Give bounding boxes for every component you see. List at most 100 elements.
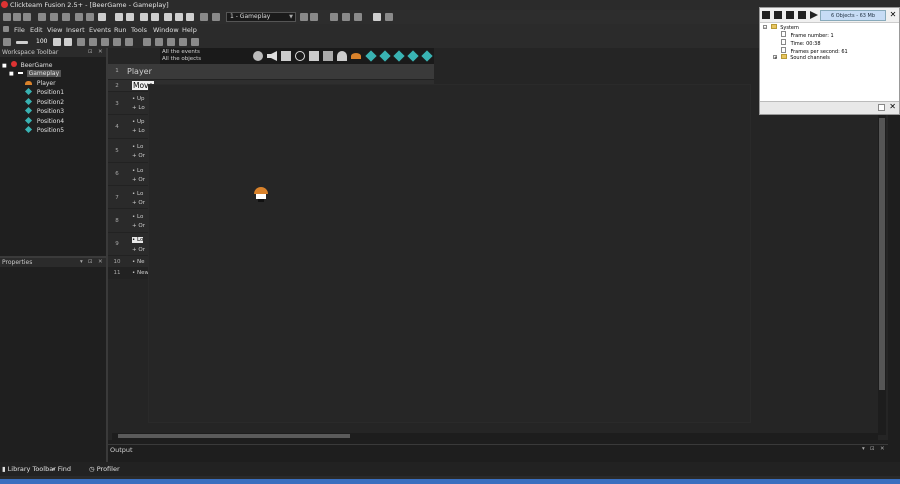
close-icon[interactable]: ✕ [98,49,103,55]
horizontal-scroll-thumb[interactable] [118,434,350,438]
all-events-label[interactable]: All the events [162,49,200,55]
timer-icon[interactable] [295,51,305,61]
tool-icon[interactable] [143,38,151,46]
menu-run[interactable]: Run [114,26,126,34]
tree-item-position4[interactable]: Position4 [24,116,64,126]
close-icon[interactable]: ✕ [888,10,898,20]
image-editor-icon[interactable] [200,13,208,21]
all-objects-label[interactable]: All the objects [162,56,201,62]
tree-item-player[interactable]: Player [25,80,56,88]
paste-icon[interactable] [62,13,70,21]
zoom-out-icon[interactable] [64,38,72,46]
storyboard-icon[interactable] [140,13,148,21]
tool-icon[interactable] [125,38,133,46]
player-sprite[interactable] [254,187,268,194]
grid-icon[interactable] [354,13,362,21]
forward-icon[interactable] [126,13,134,21]
pin-icon[interactable]: ⊡ [88,259,93,265]
menu-tools[interactable]: Tools [131,26,147,34]
tool-icon[interactable] [179,38,187,46]
menu-help[interactable]: Help [182,26,197,34]
pin-icon[interactable]: ⊡ [870,446,875,452]
menu-view[interactable]: View [47,26,62,34]
menu-file[interactable]: File [14,26,25,34]
keyboard-mouse-icon[interactable] [323,51,333,61]
undo-icon[interactable] [75,13,83,21]
expression-icon[interactable] [212,13,220,21]
play-icon[interactable] [810,11,818,19]
tool-icon[interactable] [167,38,175,46]
debugger-tree-item[interactable]: Time: 00:38 [781,39,821,47]
menu-window[interactable]: Window [153,26,179,34]
tree-item-position2[interactable]: Position2 [24,97,64,107]
tool-icon[interactable] [113,38,121,46]
tool-icon[interactable] [77,38,85,46]
debugger-tree-item[interactable]: + Sound channels [773,54,830,61]
close-icon[interactable]: ✕ [889,102,896,111]
tree-item-position3[interactable]: Position3 [24,106,64,116]
collapse-icon[interactable]: ■ [9,71,14,77]
frame-selector[interactable]: 1 - Gameplay ▼ [226,12,296,22]
back-icon[interactable] [115,13,123,21]
tree-item-position5[interactable]: Position5 [24,125,64,135]
storyboard-controls-icon[interactable] [281,51,291,61]
stop-icon[interactable] [774,11,782,19]
player-object-icon[interactable] [351,53,361,59]
frame-editor-icon[interactable] [151,13,159,21]
next-frame-icon[interactable] [310,13,318,21]
tool-icon[interactable] [155,38,163,46]
step-icon[interactable] [798,11,806,19]
zoom-slider[interactable] [16,41,28,44]
tab-find[interactable]: ⌕ Find [52,465,71,474]
restart-icon[interactable] [762,11,770,19]
collapse-icon[interactable]: ■ [2,63,7,69]
help-icon[interactable] [98,13,106,21]
new-icon[interactable] [3,13,11,21]
create-objects-icon[interactable] [309,51,319,61]
pin-icon[interactable]: ⊡ [88,49,93,55]
copy-icon[interactable] [50,13,58,21]
stop-icon[interactable] [373,13,381,21]
vertical-scroll-thumb[interactable] [879,118,885,390]
tab-profiler[interactable]: ◷ Profiler [89,465,120,473]
menu-insert[interactable]: Insert [66,26,85,34]
tool-icon[interactable] [101,38,109,46]
dropdown-icon[interactable]: ▾ [80,259,83,265]
zoom-in-icon[interactable] [53,38,61,46]
menu-edit[interactable]: Edit [30,26,43,34]
close-icon[interactable]: ✕ [880,446,885,452]
debugger-tree-item[interactable]: Frames per second: 61 [781,47,848,55]
close-icon[interactable]: ✕ [98,259,103,265]
expand-icon[interactable]: + [773,55,777,60]
event-editor-icon[interactable] [164,13,172,21]
maximize-icon[interactable] [878,104,885,111]
dropdown-icon[interactable] [385,13,393,21]
data-elements-icon[interactable] [186,13,194,21]
tree-item-frame[interactable]: ■ Gameplay [9,70,62,78]
tab-library-toolbar[interactable]: ▮ Library Toolbar [2,465,56,473]
event-list-icon[interactable] [175,13,183,21]
tree-item-app[interactable]: ■ BeerGame [2,61,52,69]
prev-frame-icon[interactable] [300,13,308,21]
grid-toggle-icon[interactable] [3,38,11,46]
player-controls-icon[interactable] [337,51,347,61]
menu-events[interactable]: Events [89,26,111,34]
redo-icon[interactable] [86,13,94,21]
tool-icon[interactable] [89,38,97,46]
cut-icon[interactable] [38,13,46,21]
debugger-tree-item[interactable]: - System [763,24,799,31]
debugger-tree-item[interactable]: Frame number: 1 [781,31,834,39]
collapse-icon[interactable]: - [763,25,767,30]
special-icon[interactable] [253,51,263,61]
tool-icon[interactable] [191,38,199,46]
tree-item-position1[interactable]: Position1 [24,87,64,97]
dropdown-icon[interactable]: ▾ [862,446,865,452]
app-menu-icon[interactable] [3,26,9,32]
frame-preview[interactable] [148,84,751,423]
open-icon[interactable] [13,13,21,21]
event-row-group[interactable]: 1 Player [108,64,434,80]
layer-icon[interactable] [342,13,350,21]
save-icon[interactable] [23,13,31,21]
zoom-value[interactable]: 100 [36,38,50,46]
align-icon[interactable] [330,13,338,21]
